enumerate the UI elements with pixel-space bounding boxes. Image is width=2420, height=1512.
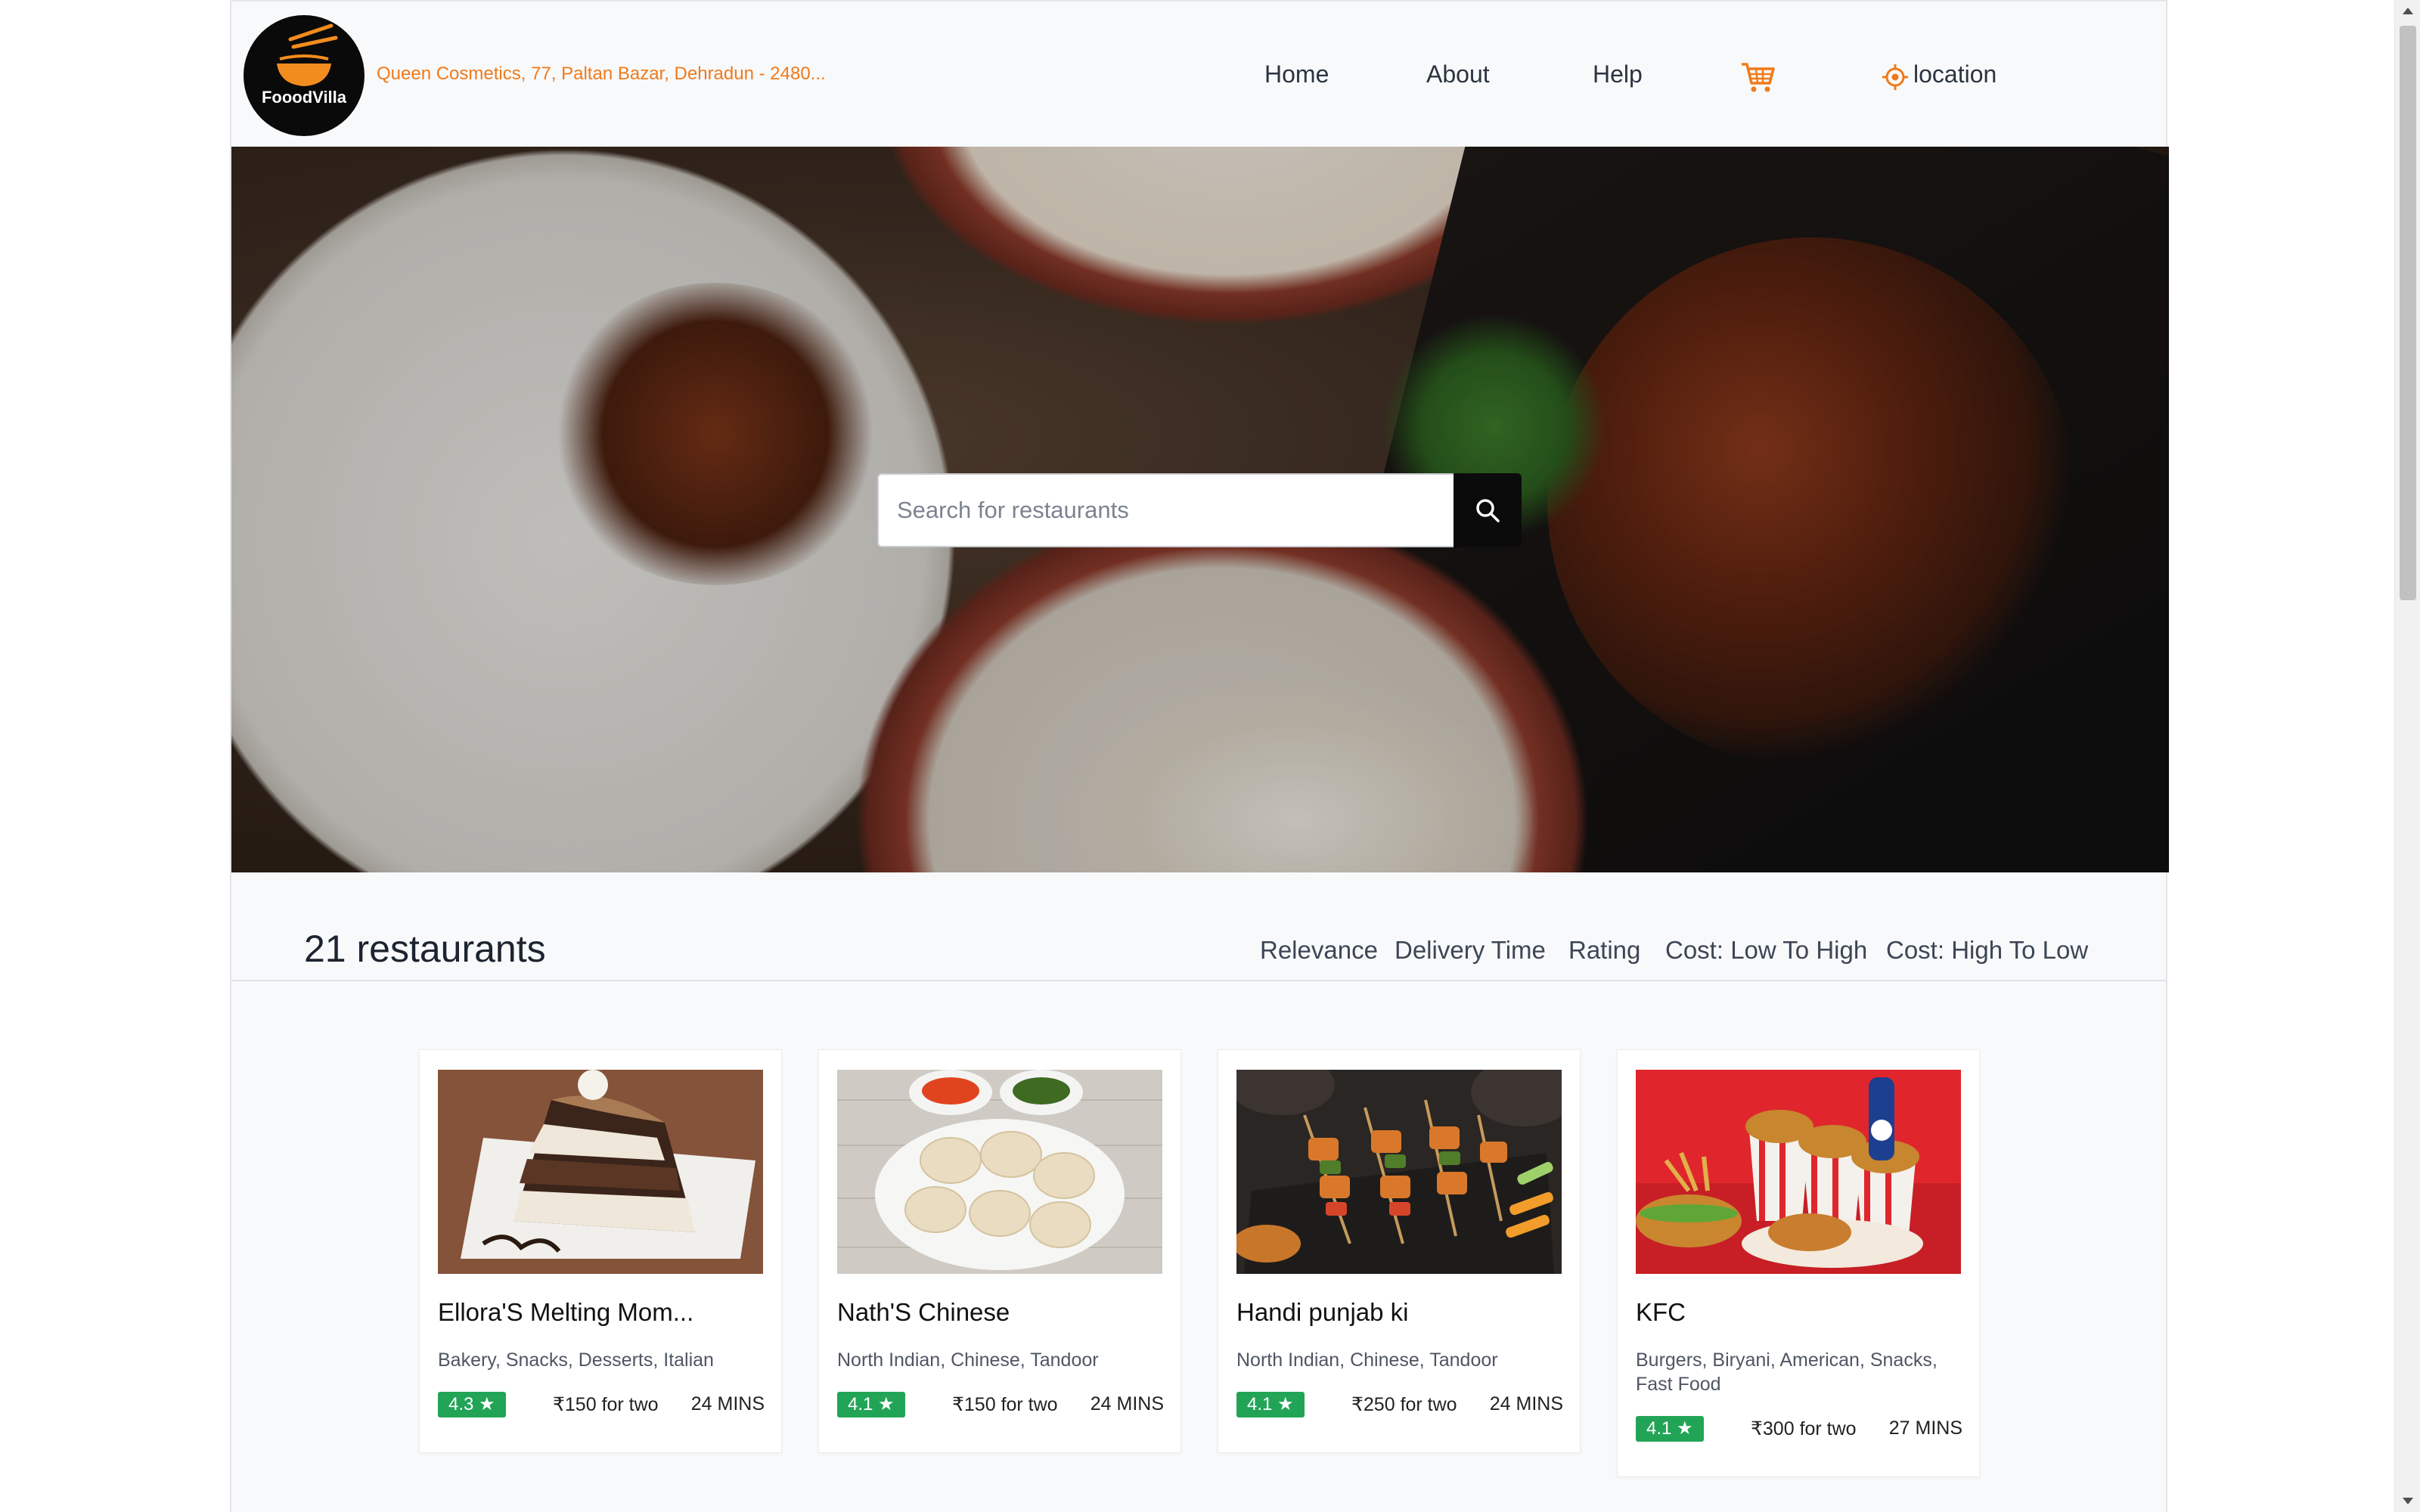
hero-banner: [231, 147, 2169, 872]
delivery-address: Queen Cosmetics, 77, Paltan Bazar, Dehra…: [377, 64, 826, 84]
page-scrollbar[interactable]: [2394, 0, 2420, 1512]
rating-badge: 4.3 ★: [438, 1392, 506, 1418]
restaurant-image: [1236, 1070, 1562, 1274]
sort-rating[interactable]: Rating: [1568, 936, 1640, 965]
restaurant-meta: 4.3 ★ ₹150 for two 24 MINS: [438, 1392, 765, 1419]
sort-cost-high-low[interactable]: Cost: High To Low: [1886, 936, 2088, 965]
restaurant-meta: 4.1 ★ ₹150 for two 24 MINS: [837, 1392, 1164, 1419]
scroll-down-arrow[interactable]: [2403, 1498, 2413, 1504]
restaurant-count: 21 restaurants: [304, 928, 546, 970]
rating-badge: 4.1 ★: [1636, 1416, 1704, 1442]
bowl-icon: [277, 23, 338, 86]
restaurant-name: Handi punjab ki: [1236, 1298, 1409, 1326]
delivery-time: 24 MINS: [1090, 1393, 1164, 1414]
search-button[interactable]: [1454, 473, 1522, 547]
rating-badge: 4.1 ★: [837, 1392, 905, 1418]
rating-badge: 4.1 ★: [1236, 1392, 1305, 1418]
restaurant-card[interactable]: Ellora'S Melting Mom... Bakery, Snacks, …: [419, 1049, 782, 1453]
search-input[interactable]: [877, 473, 1457, 547]
divider: [231, 980, 2166, 981]
restaurant-card[interactable]: KFC Burgers, Biryani, American, Snacks, …: [1617, 1049, 1980, 1477]
delivery-time: 24 MINS: [1489, 1393, 1563, 1414]
cost-for-two: ₹300 for two: [1751, 1418, 1857, 1439]
target-icon: [1882, 64, 1908, 90]
cost-for-two: ₹150 for two: [952, 1394, 1058, 1415]
search-icon: [1476, 499, 1500, 522]
page-container: FooodVilla Queen Cosmetics, 77, Paltan B…: [230, 0, 2169, 1512]
restaurant-cuisines: North Indian, Chinese, Tandoor: [837, 1349, 1099, 1371]
cart-icon[interactable]: [1739, 59, 1776, 95]
restaurant-cuisines: Bakery, Snacks, Desserts, Italian: [438, 1349, 714, 1371]
delivery-time: 24 MINS: [690, 1393, 765, 1414]
restaurant-image: [1636, 1070, 1961, 1274]
sort-delivery-time[interactable]: Delivery Time: [1395, 936, 1546, 965]
restaurant-image: [438, 1070, 763, 1274]
cost-for-two: ₹250 for two: [1351, 1394, 1457, 1415]
scroll-up-arrow[interactable]: [2403, 8, 2413, 14]
restaurant-cuisines: Burgers, Biryani, American, Snacks, Fast…: [1636, 1349, 1938, 1395]
nav-about-link[interactable]: About: [1426, 60, 1490, 88]
location-button[interactable]: location: [1882, 60, 1997, 90]
header: FooodVilla Queen Cosmetics, 77, Paltan B…: [231, 0, 2166, 147]
delivery-time: 27 MINS: [1888, 1418, 1962, 1439]
location-label: location: [1913, 60, 1997, 88]
restaurant-name: Ellora'S Melting Mom...: [438, 1298, 694, 1326]
scrollbar-thumb[interactable]: [2400, 26, 2416, 600]
logo-text: FooodVilla: [261, 88, 347, 107]
restaurant-meta: 4.1 ★ ₹250 for two 24 MINS: [1236, 1392, 1563, 1419]
restaurant-cuisines: North Indian, Chinese, Tandoor: [1236, 1349, 1498, 1371]
sort-cost-low-high[interactable]: Cost: Low To High: [1665, 936, 1867, 965]
nav-help-link[interactable]: Help: [1593, 60, 1643, 88]
restaurant-card[interactable]: Nath'S Chinese North Indian, Chinese, Ta…: [818, 1049, 1181, 1453]
logo[interactable]: FooodVilla: [244, 15, 365, 136]
sort-relevance[interactable]: Relevance: [1260, 936, 1378, 965]
restaurant-name: Nath'S Chinese: [837, 1298, 1010, 1326]
restaurant-meta: 4.1 ★ ₹300 for two 27 MINS: [1636, 1416, 1962, 1443]
cost-for-two: ₹150 for two: [553, 1394, 659, 1415]
restaurant-card[interactable]: Handi punjab ki North Indian, Chinese, T…: [1218, 1049, 1581, 1453]
nav-home-link[interactable]: Home: [1264, 60, 1329, 88]
restaurant-image: [837, 1070, 1162, 1274]
restaurant-name: KFC: [1636, 1298, 1686, 1326]
